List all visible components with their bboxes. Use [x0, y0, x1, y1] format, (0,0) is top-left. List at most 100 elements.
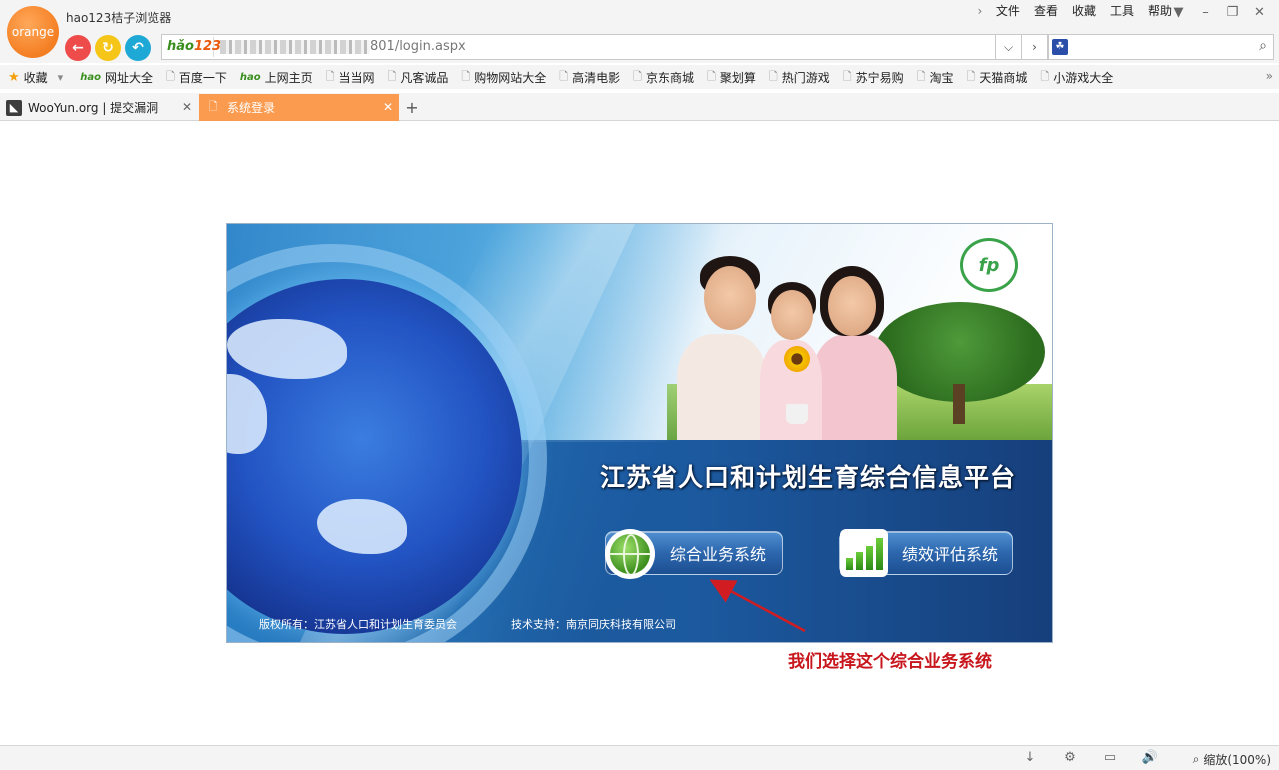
page-icon: 🗋 [208, 100, 218, 113]
chevron-right-icon[interactable]: › [971, 3, 989, 19]
arrow-left-icon: ← [72, 40, 84, 56]
bookmark-item[interactable]: 🗋 苏宁易购 [843, 68, 904, 87]
bookmark-item[interactable]: 🗋 百度一下 [166, 68, 227, 87]
plus-icon: + [405, 97, 419, 117]
redacted-host [220, 40, 370, 54]
tab-label: WooYun.org | 提交漏洞 [28, 101, 159, 115]
mother-body [812, 334, 897, 442]
hao-icon: hao [239, 71, 261, 83]
more-bookmarks-icon[interactable]: » [1266, 69, 1273, 83]
badge-prefix: hǎo [167, 39, 194, 54]
bookmark-label: 收藏 [23, 70, 48, 85]
bookmark-label: 高清电影 [572, 70, 621, 85]
menu-tools[interactable]: 工具 [1103, 3, 1141, 19]
bookmark-label: 购物网站大全 [474, 70, 547, 85]
magnifier-icon: ⌕ [1192, 752, 1200, 766]
browser-logo[interactable]: orange [7, 6, 59, 58]
bookmark-item[interactable]: 🗋 天猫商城 [966, 68, 1027, 87]
button-label: 综合业务系统 [670, 545, 767, 564]
speaker-icon[interactable]: 🔊 [1141, 750, 1159, 766]
address-input[interactable]: hǎo123 801/login.aspx [161, 34, 996, 60]
hao123-badge[interactable]: hǎo123 [164, 37, 221, 57]
bookmark-label: 上网主页 [264, 70, 313, 85]
bookmark-item[interactable]: 🗋 高清电影 [559, 68, 620, 87]
bookmark-item[interactable]: 🗋 小游戏大全 [1040, 68, 1113, 87]
family-photo [672, 254, 897, 442]
download-icon[interactable]: ↓ [1021, 750, 1039, 766]
father-face [704, 266, 756, 330]
chevron-down-icon: ⌵ [1003, 39, 1014, 54]
page-icon: 🗋 [461, 69, 471, 83]
bookmark-item[interactable]: hao 上网主页 [240, 69, 313, 86]
gear-icon[interactable]: ⚙ [1061, 750, 1079, 766]
bookmark-item[interactable]: 🗋 凡客诚品 [387, 68, 448, 87]
window-controls: ▼ – ❐ ✕ [1165, 1, 1273, 23]
page-icon: 🗋 [559, 69, 569, 83]
menu-file[interactable]: 文件 [989, 3, 1027, 19]
bookmark-label: 百度一下 [178, 70, 227, 85]
bookmark-label: 聚划算 [719, 70, 756, 85]
browser-window: hao123桔子浏览器 › 文件 查看 收藏 工具 帮助 ▼ – ❐ ✕ ora… [0, 0, 1279, 770]
go-button[interactable]: › [1022, 34, 1048, 60]
baidu-paw-icon[interactable]: ☘ [1052, 39, 1068, 55]
tab-bar: ◣ WooYun.org | 提交漏洞 ✕ 🗋 系统登录 ✕ + [0, 93, 1279, 121]
close-tab-icon[interactable]: ✕ [383, 100, 393, 114]
close-icon[interactable]: ✕ [1246, 1, 1273, 23]
tab-wooyun[interactable]: ◣ WooYun.org | 提交漏洞 ✕ [0, 94, 198, 121]
navigation-bar: ← ↻ ↶ hǎo123 801/login.aspx ⌵ › ☘ ⌕ [0, 33, 1279, 63]
back-button[interactable]: ← [65, 35, 91, 61]
shirt-skin-icon[interactable]: ▼ [1165, 1, 1192, 23]
page-icon: 🗋 [387, 69, 397, 83]
new-tab-button[interactable]: + [400, 94, 424, 120]
zoom-label: 缩放(100%) [1203, 753, 1271, 767]
minimize-icon[interactable]: – [1192, 1, 1219, 23]
restore-icon[interactable]: ❐ [1219, 1, 1246, 23]
bookmark-item[interactable]: 🗋 淘宝 [917, 68, 954, 87]
screen-icon[interactable]: ▭ [1101, 750, 1119, 766]
menu-view[interactable]: 查看 [1027, 3, 1065, 19]
bookmark-item[interactable]: 🗋 京东商城 [633, 68, 694, 87]
globe-icon [605, 529, 655, 579]
performance-evaluation-system-button[interactable]: 绩效评估系统 [839, 529, 1013, 577]
page-icon: 🗋 [916, 69, 926, 83]
close-tab-icon[interactable]: ✕ [182, 100, 192, 114]
tab-label: 系统登录 [227, 101, 276, 115]
page-icon: 🗋 [633, 69, 642, 83]
refresh-button[interactable]: ↻ [95, 35, 121, 61]
zoom-control[interactable]: ⌕ 缩放(100%) [1193, 751, 1271, 768]
jsfp-emblem-logo: fp [960, 238, 1018, 292]
integrated-business-system-button[interactable]: 综合业务系统 [605, 529, 783, 579]
page-content: fp 江苏省人口和计划生育综合信息平台 综合业务系统 绩效评估系统 版权所有：江… [0, 121, 1279, 745]
bookmark-item[interactable]: hao 网址大全 [80, 69, 153, 86]
login-banner: fp 江苏省人口和计划生育综合信息平台 综合业务系统 绩效评估系统 版权所有：江… [226, 223, 1053, 643]
page-icon: 🗋 [966, 69, 976, 83]
undo-icon: ↶ [132, 40, 144, 56]
search-icon[interactable]: ⌕ [1259, 38, 1267, 54]
tech-support-text: 技术支持：南京同庆科技有限公司 [511, 618, 676, 631]
bookmark-item[interactable]: 🗋 聚划算 [707, 68, 756, 87]
sunflower-icon [784, 346, 810, 372]
page-icon: 🗋 [165, 69, 175, 83]
bookmark-item[interactable]: 🗋 购物网站大全 [461, 68, 546, 87]
url-dropdown-button[interactable]: ⌵ [996, 34, 1022, 60]
chevron-down-icon[interactable]: ▾ [58, 71, 64, 84]
menu-bar: › 文件 查看 收藏 工具 帮助 [971, 3, 1179, 19]
bookmark-favorites[interactable]: ★ 收藏 ▾ [8, 69, 67, 86]
continent-southeast [227, 374, 267, 454]
menu-favorites[interactable]: 收藏 [1065, 3, 1103, 19]
bookmark-item[interactable]: 🗋 热门游戏 [769, 68, 830, 87]
bookmark-item[interactable]: 🗋 当当网 [326, 68, 375, 87]
page-icon: 🗋 [325, 69, 335, 83]
mother-face [828, 276, 876, 336]
button-label: 绩效评估系统 [902, 545, 999, 564]
bookmarks-bar: ★ 收藏 ▾ hao 网址大全 🗋 百度一下 hao 上网主页 🗋 当当网 🗋 凡客诚品 🗋 购… [0, 65, 1279, 89]
undo-close-button[interactable]: ↶ [125, 35, 151, 61]
page-icon: 🗋 [768, 69, 778, 83]
bookmark-label: 热门游戏 [781, 70, 830, 85]
father-body [677, 334, 767, 442]
hao-icon: hao [80, 71, 101, 83]
tab-system-login[interactable]: 🗋 系统登录 ✕ [199, 94, 399, 121]
badge-suffix: 123 [193, 39, 222, 54]
search-input[interactable]: ☘ ⌕ [1048, 34, 1274, 60]
flower-pot [786, 404, 808, 424]
